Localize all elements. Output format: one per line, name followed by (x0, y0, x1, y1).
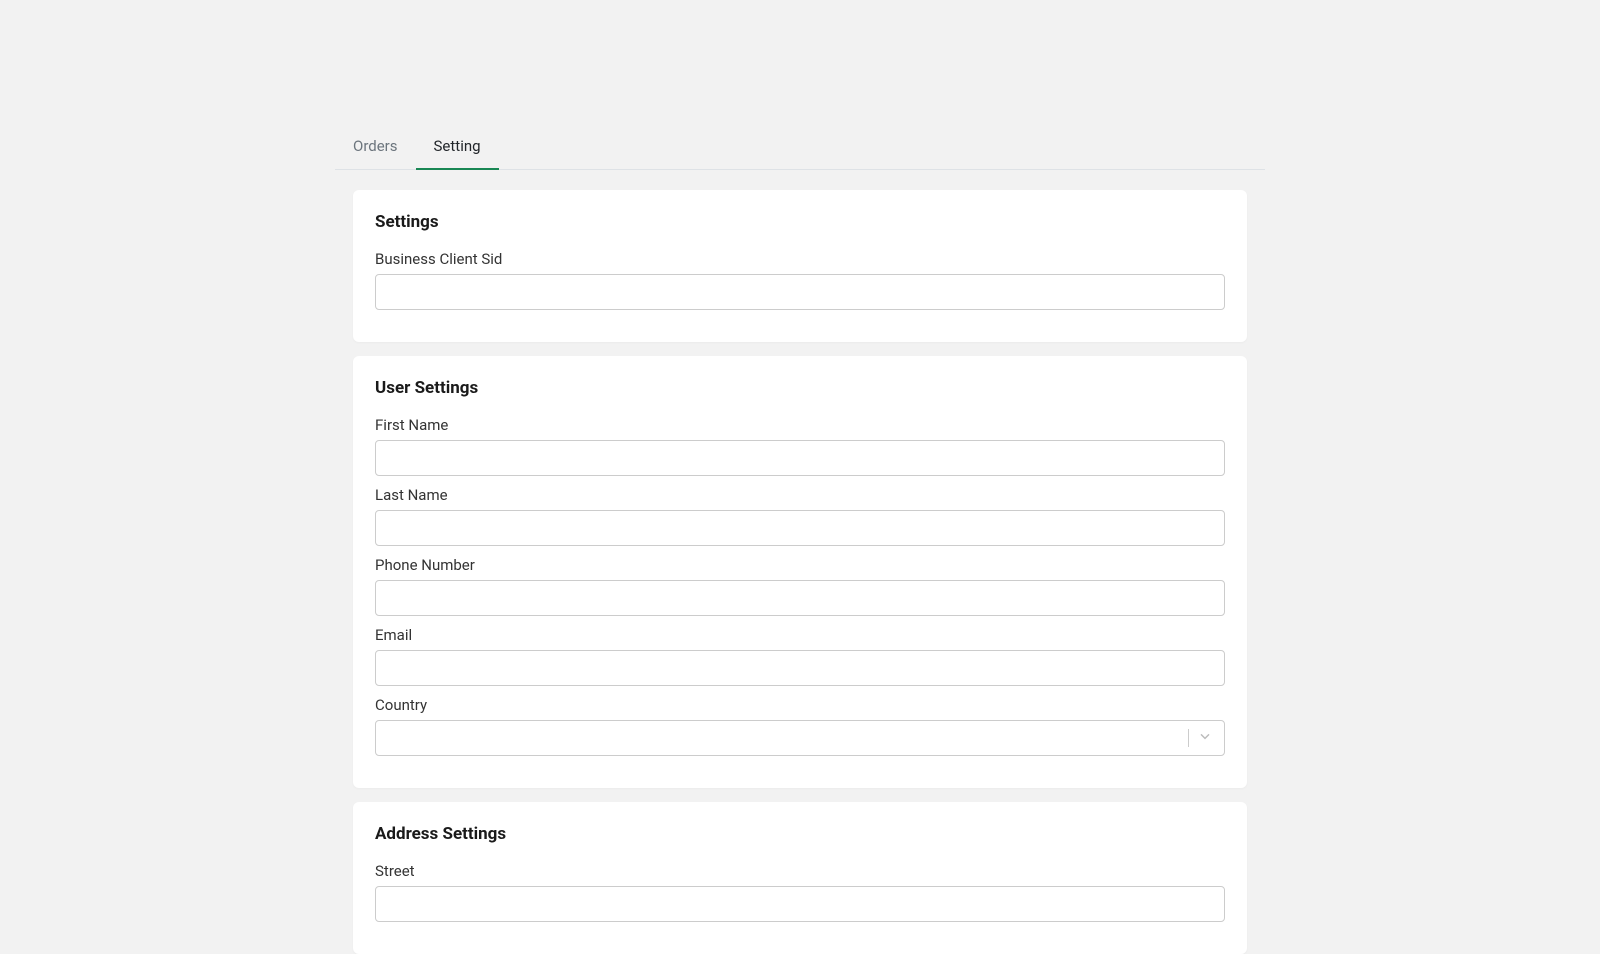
select-country[interactable] (375, 720, 1225, 756)
input-email[interactable] (375, 650, 1225, 686)
tab-orders-label: Orders (353, 137, 398, 155)
address-settings-title: Address Settings (375, 824, 1225, 844)
select-country-input[interactable] (375, 720, 1225, 756)
label-first-name: First Name (375, 416, 1225, 434)
settings-title: Settings (375, 212, 1225, 232)
tabs-bar: Orders Setting (335, 125, 1265, 170)
field-country: Country (375, 696, 1225, 756)
tab-setting-label: Setting (434, 137, 481, 155)
input-first-name[interactable] (375, 440, 1225, 476)
field-street: Street (375, 862, 1225, 922)
user-settings-title: User Settings (375, 378, 1225, 398)
label-phone-number: Phone Number (375, 556, 1225, 574)
label-business-client-sid: Business Client Sid (375, 250, 1225, 268)
label-street: Street (375, 862, 1225, 880)
user-settings-card: User Settings First Name Last Name Phone… (353, 356, 1247, 788)
tab-setting[interactable]: Setting (416, 125, 499, 170)
tab-orders[interactable]: Orders (335, 125, 416, 170)
address-settings-card: Address Settings Street (353, 802, 1247, 954)
main-container: Orders Setting Settings Business Client … (335, 0, 1265, 954)
label-email: Email (375, 626, 1225, 644)
select-divider (1188, 729, 1189, 747)
field-business-client-sid: Business Client Sid (375, 250, 1225, 310)
settings-card: Settings Business Client Sid (353, 190, 1247, 342)
field-email: Email (375, 626, 1225, 686)
input-business-client-sid[interactable] (375, 274, 1225, 310)
field-last-name: Last Name (375, 486, 1225, 546)
label-last-name: Last Name (375, 486, 1225, 504)
label-country: Country (375, 696, 1225, 714)
field-phone-number: Phone Number (375, 556, 1225, 616)
input-phone-number[interactable] (375, 580, 1225, 616)
input-last-name[interactable] (375, 510, 1225, 546)
field-first-name: First Name (375, 416, 1225, 476)
input-street[interactable] (375, 886, 1225, 922)
